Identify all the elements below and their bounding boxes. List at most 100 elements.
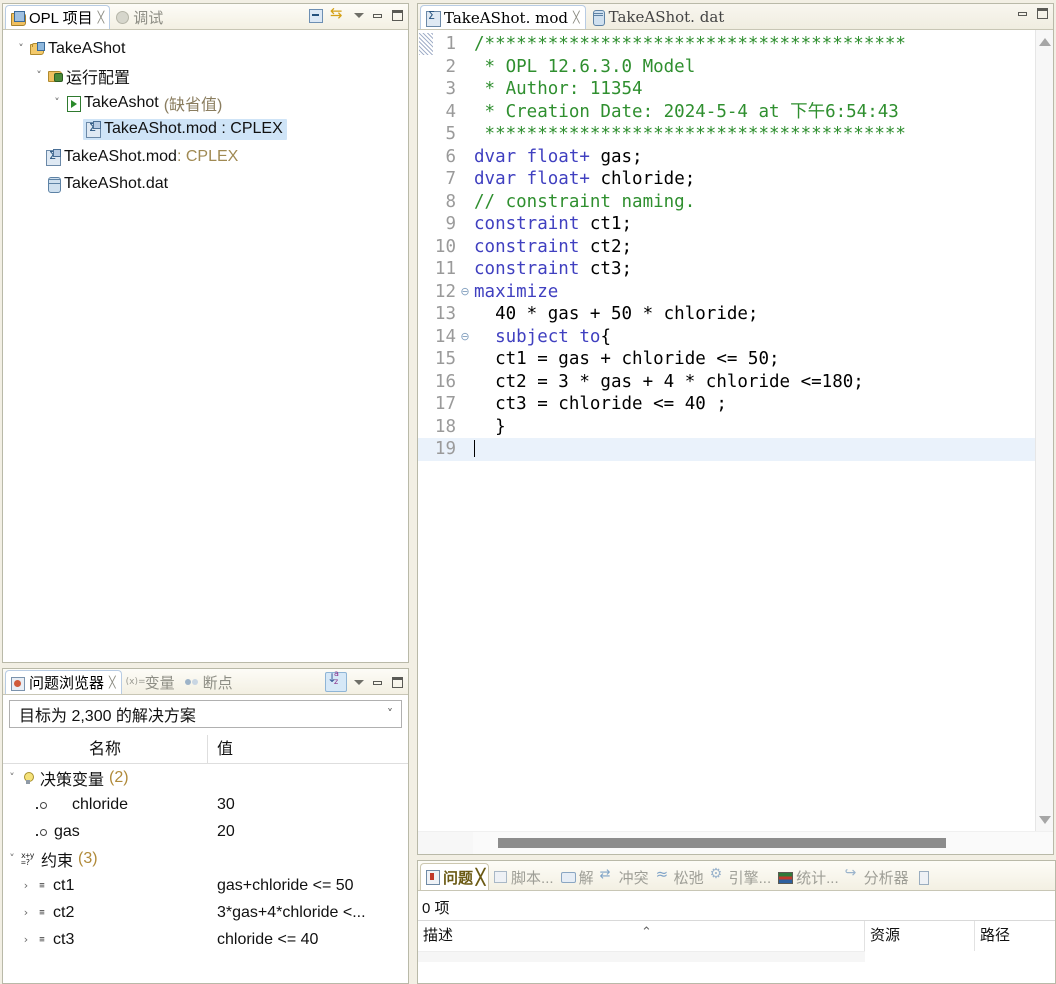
column-header-resource[interactable]: 资源 [865, 921, 975, 951]
code-line[interactable]: 16 ct2 = 3 * gas + 4 * chloride <=180; [418, 371, 1036, 394]
chevron-right-icon[interactable]: › [17, 933, 35, 946]
column-header-value[interactable]: 值 [208, 735, 233, 763]
collapse-all-icon[interactable] [308, 7, 324, 23]
code-line[interactable]: 5 **************************************… [418, 123, 1036, 146]
tree-item-takeashot-mod[interactable]: TakeAShot.mod : CPLEX [3, 143, 408, 170]
tree-row-gas[interactable]: gas 20 [3, 818, 408, 845]
tab-more[interactable] [912, 864, 934, 890]
code-line[interactable]: 14 ⊖ subject to{ [418, 326, 1036, 349]
tab-variables[interactable]: (x)= 变量 [122, 670, 180, 694]
code-line[interactable]: 15 ct1 = gas + chloride <= 50; [418, 348, 1036, 371]
close-icon[interactable]: ╳ [98, 11, 105, 24]
code-line[interactable]: 3 * Author: 11354 [418, 78, 1036, 101]
code-line[interactable]: 9 constraint ct1; [418, 213, 1036, 236]
code-token: constraint [474, 214, 580, 234]
tree-item-takeashot-dat[interactable]: TakeAShot.dat [3, 170, 408, 197]
editor-tab-takeashot-dat[interactable]: TakeAShot. dat [586, 5, 730, 29]
minimize-icon[interactable] [371, 676, 384, 689]
problems-view-body: 0 项 描述 资源 路径 [418, 891, 1055, 983]
code-scroll-region[interactable]: 1 /**************************************… [418, 30, 1036, 832]
scroll-up-icon[interactable] [1039, 38, 1051, 46]
code-line[interactable]: 8 // constraint naming. [418, 191, 1036, 214]
tab-problem-browser[interactable]: 问题浏览器 ╳ [5, 670, 122, 694]
tree-row-constraints[interactable]: ˅ x+y =? 约束 (3) [3, 845, 408, 872]
chevron-down-icon[interactable]: ˅ [3, 771, 21, 784]
chevron-down-icon[interactable]: ˅ [3, 852, 21, 865]
tree-item-takeashot-config[interactable]: ˅ TakeAshot (缺省值) [3, 89, 408, 116]
tab-opl-project[interactable]: OPL 项目 ╳ [5, 5, 111, 29]
code-line[interactable]: 12 ⊖ maximize [418, 281, 1036, 304]
chevron-down-icon[interactable]: ˅ [31, 69, 47, 82]
link-with-editor-icon[interactable] [330, 4, 347, 23]
tree-row-ct1[interactable]: › ≡ ct1 gas+chloride <= 50 [3, 872, 408, 899]
tree-item-takeashot-mod-cplex-selected[interactable]: TakeAShot.mod : CPLEX [3, 116, 408, 143]
chevron-right-icon[interactable]: › [17, 879, 35, 892]
close-icon[interactable]: ╳ [573, 11, 580, 24]
tree-row-ct2[interactable]: › ≡ ct2 3*gas+4*chloride <... [3, 899, 408, 926]
chevron-down-icon[interactable]: ˅ [387, 707, 393, 721]
code-text: subject to{ [472, 326, 611, 349]
tab-solution[interactable]: 解 [557, 864, 597, 890]
fold-toggle-icon[interactable]: ⊖ [458, 326, 472, 349]
tree-item-run-configurations[interactable]: ˅ 运行配置 [3, 62, 408, 89]
maximize-icon[interactable] [1036, 7, 1049, 20]
column-header-description[interactable]: 描述 [418, 917, 865, 951]
fold-toggle-icon[interactable]: ⊖ [458, 281, 472, 304]
column-header-path[interactable]: 路径 [975, 921, 1055, 951]
chevron-down-icon[interactable]: ˅ [13, 42, 29, 55]
editor-vertical-scrollbar[interactable] [1035, 30, 1053, 832]
chevron-down-icon[interactable]: ˅ [49, 96, 65, 109]
constraint-group-icon: x+y =? [21, 850, 34, 867]
code-line[interactable]: 6 dvar float+ gas; [418, 146, 1036, 169]
code-text: dvar float+ gas; [472, 146, 643, 169]
code-line[interactable]: 19 [418, 438, 1036, 461]
code-line[interactable]: 18 } [418, 416, 1036, 439]
tree-item-takeashot-project[interactable]: ˅ TakeAShot [3, 35, 408, 62]
code-token: ct2; [579, 236, 633, 257]
maximize-icon[interactable] [391, 9, 404, 22]
sort-az-icon[interactable] [325, 670, 347, 692]
view-menu-icon[interactable] [354, 679, 364, 685]
maximize-icon[interactable] [391, 676, 404, 689]
editor-tab-takeashot-mod[interactable]: TakeAShot. mod ╳ [420, 5, 586, 29]
scroll-down-icon[interactable] [1039, 816, 1051, 824]
tab-relaxation[interactable]: 松弛 [652, 864, 707, 890]
close-icon[interactable]: ╳ [476, 868, 485, 886]
tab-statistics[interactable]: 统计... [774, 864, 842, 890]
tree-item-label: TakeAShot.mod [64, 147, 177, 165]
code-line[interactable]: 11 constraint ct3; [418, 258, 1036, 281]
tab-breakpoints[interactable]: 断点 [180, 670, 238, 694]
code-line[interactable]: 7 dvar float+ chloride; [418, 168, 1036, 191]
view-menu-icon[interactable] [354, 12, 364, 18]
tree-row-ct3[interactable]: › ≡ ct3 chloride <= 40 [3, 926, 408, 953]
tab-conflict[interactable]: 冲突 [597, 864, 652, 890]
code-text [472, 438, 475, 461]
close-icon[interactable]: ╳ [109, 676, 116, 689]
editor-horizontal-scrollbar[interactable] [418, 831, 1053, 854]
code-line[interactable]: 10 constraint ct2; [418, 236, 1036, 259]
minimize-icon[interactable] [371, 9, 384, 22]
chevron-right-icon[interactable]: › [17, 906, 35, 919]
more-tabs-icon[interactable] [915, 869, 931, 885]
problems-icon [424, 869, 440, 885]
row-label: 约束 [41, 852, 74, 870]
horizontal-scroll-thumb[interactable] [498, 838, 946, 848]
code-line[interactable]: 13 40 * gas + 50 * chloride; [418, 303, 1036, 326]
code-line[interactable]: 4 * Creation Date: 2024-5-4 at 下午6:54:43 [418, 101, 1036, 124]
code-line[interactable]: 2 * OPL 12.6.3.0 Model [418, 56, 1036, 79]
tab-profiler[interactable]: 分析器 [842, 864, 912, 890]
tab-debug[interactable]: 调试 [110, 5, 168, 29]
minimize-icon[interactable] [1016, 7, 1029, 20]
tree-row-chloride[interactable]: chloride 30 [3, 791, 408, 818]
tab-problems[interactable]: 问题 ╳ [420, 863, 490, 890]
code-token: constraint [474, 259, 580, 279]
tab-script[interactable]: 脚本... [489, 864, 557, 890]
tab-engine[interactable]: 引擎... [707, 864, 775, 890]
solution-selector[interactable]: 目标为 2,300 的解决方案 ˅ [9, 700, 402, 728]
column-header-name[interactable]: 名称 [3, 735, 208, 763]
code-lines[interactable]: 1 /**************************************… [418, 33, 1036, 832]
tree-row-decision-variables[interactable]: ˅ 决策变量 (2) [3, 764, 408, 791]
code-line[interactable]: 17 ct3 = chloride <= 40 ; [418, 393, 1036, 416]
code-line[interactable]: 1 /**************************************… [418, 33, 1036, 56]
